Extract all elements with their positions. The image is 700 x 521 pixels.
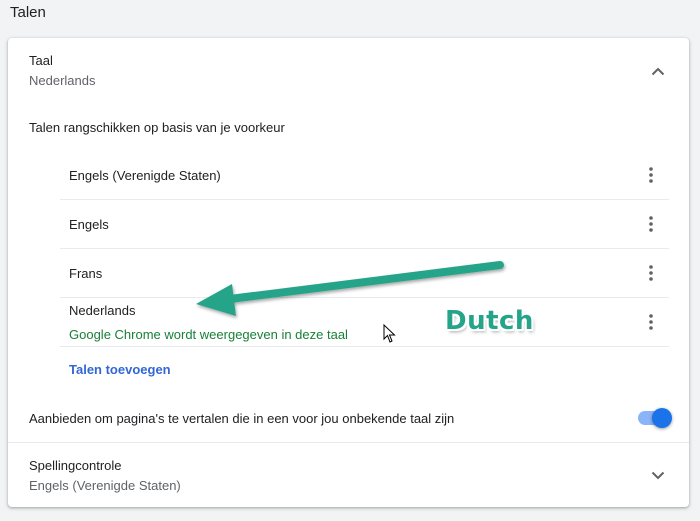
annotation-label: Dutch: [445, 306, 534, 336]
annotation-arrow: [196, 261, 504, 316]
mouse-cursor-icon: [383, 324, 396, 343]
